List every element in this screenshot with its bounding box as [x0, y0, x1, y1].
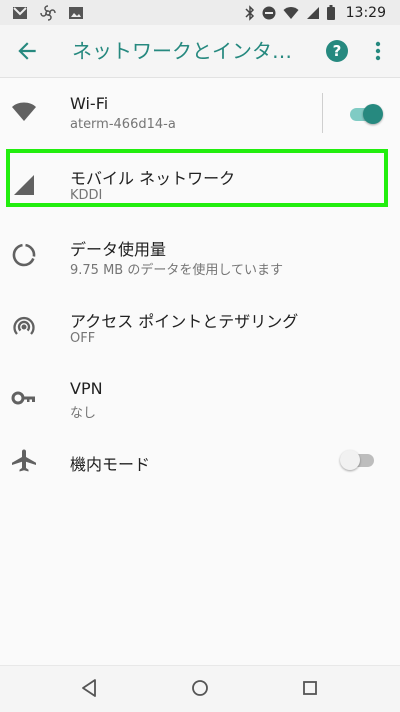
status-time: 13:29 [345, 4, 386, 21]
airplane-icon [12, 449, 36, 472]
settings-item-title: アクセス ポイントとテザリング [70, 312, 299, 331]
hotspot-icon [13, 316, 35, 335]
nav-home-icon[interactable] [188, 676, 212, 700]
navigation-bar [0, 665, 400, 712]
more-vert-icon[interactable] [370, 39, 386, 63]
do-not-disturb-icon [262, 6, 276, 19]
settings-item-title: Wi-Fi [70, 94, 109, 113]
settings-item-title: データ使用量 [70, 240, 167, 259]
nav-back-icon[interactable] [78, 676, 102, 700]
wifi-icon [12, 102, 36, 121]
settings-item-title: VPN [70, 379, 103, 398]
settings-item-vpn[interactable]: VPN なし [0, 369, 400, 427]
wifi-signal-icon [283, 6, 299, 19]
photo-icon [69, 6, 83, 19]
divider [322, 93, 323, 133]
airplane-mode-toggle[interactable] [340, 448, 376, 472]
help-icon[interactable]: ? [325, 39, 349, 63]
nav-recents-icon[interactable] [298, 676, 322, 700]
status-bar: 13:29 [0, 0, 400, 25]
svg-text:?: ? [333, 42, 342, 60]
page-title: ネットワークとインター... [72, 39, 304, 63]
gmail-icon [13, 6, 27, 19]
bluetooth-icon [245, 4, 254, 21]
settings-item-subtitle: 9.75 MB のデータを使用しています [70, 263, 283, 278]
highlight-box [6, 149, 388, 207]
settings-item-subtitle: なし [70, 406, 97, 421]
settings-item-subtitle: OFF [70, 331, 96, 346]
app-bar: ネットワークとインター... ? [0, 25, 400, 78]
settings-item-data-usage[interactable]: データ使用量 9.75 MB のデータを使用しています [0, 226, 400, 284]
battery-icon [326, 5, 335, 20]
pinwheel-icon [40, 4, 56, 21]
wifi-toggle[interactable] [348, 102, 384, 126]
settings-item-title: 機内モード [70, 455, 151, 474]
settings-item-wifi[interactable]: Wi-Fi aterm-466d14-a [0, 85, 400, 143]
cellular-signal-icon [306, 6, 319, 19]
arrow-back-icon[interactable] [14, 38, 40, 64]
vpn-key-icon [11, 391, 35, 405]
data-usage-icon [12, 243, 36, 267]
settings-item-hotspot-tethering[interactable]: アクセス ポイントとテザリング OFF [0, 298, 400, 356]
settings-item-subtitle: aterm-466d14-a [70, 117, 176, 132]
